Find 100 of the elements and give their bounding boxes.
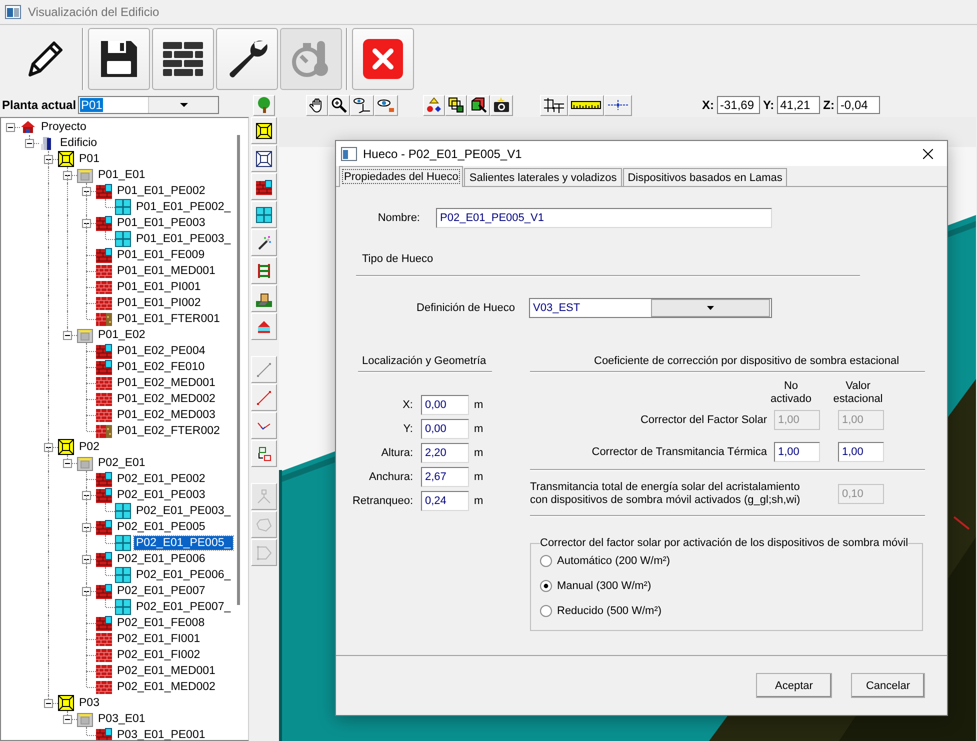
tree-item[interactable]: P01_E01_PE002	[115, 184, 208, 198]
ruler-button[interactable]	[568, 94, 604, 116]
tree-item[interactable]: P02	[77, 440, 102, 454]
tree-item[interactable]: P02_E01_MED002	[115, 680, 218, 694]
expander-button[interactable]	[6, 123, 15, 132]
camera-button[interactable]	[490, 94, 513, 116]
tree-item[interactable]: P01_E02_PE004	[115, 344, 208, 358]
expander-button[interactable]	[82, 555, 91, 564]
tree-item[interactable]: P01_E02_FE010	[115, 360, 207, 374]
expander-button[interactable]	[44, 443, 53, 452]
tree-item[interactable]: P02_E01_PE005	[115, 520, 208, 534]
radio-label[interactable]: Automático (200 W/m²)	[557, 555, 670, 567]
tree-item[interactable]: P02_E01_FI001	[115, 632, 202, 646]
tree-item[interactable]: P02_E01_PE007_	[134, 600, 233, 614]
number-field[interactable]: 1,00	[838, 442, 884, 462]
tree-item[interactable]: P02_E01_FE008	[115, 616, 207, 630]
radio-button[interactable]	[540, 555, 552, 567]
expander-button[interactable]	[82, 587, 91, 596]
tree-item[interactable]: P02_E01_PE006_	[134, 568, 233, 582]
window-tool-button[interactable]	[251, 201, 277, 228]
tree-item[interactable]: P01_E01_PE003_	[134, 232, 233, 246]
tab[interactable]: Dispositivos basados en Lamas	[622, 168, 788, 186]
tree-item[interactable]: P02_E01_PE002	[115, 472, 208, 486]
tree-item[interactable]: P01_E01_PI002	[115, 296, 203, 310]
crosshair-button[interactable]	[604, 94, 632, 116]
number-field[interactable]: 0,00	[421, 419, 469, 439]
radio-label[interactable]: Manual (300 W/m²)	[557, 580, 652, 592]
tree-item[interactable]: P01_E01_MED001	[115, 264, 218, 278]
tree-item[interactable]: P03_E01	[96, 712, 148, 726]
tree-item[interactable]: P01_E02	[96, 328, 148, 342]
expander-button[interactable]	[63, 171, 72, 180]
expander-button[interactable]	[82, 187, 91, 196]
definition-dropdown[interactable]: V03_EST	[529, 298, 772, 318]
tree-item[interactable]: P01_E01	[96, 168, 148, 182]
step-tool-button[interactable]	[251, 285, 277, 312]
accept-button[interactable]: Aceptar	[756, 673, 832, 698]
tree-item[interactable]: P02_E01_PE006	[115, 552, 208, 566]
eye-axes-button[interactable]	[350, 94, 374, 116]
tree-item[interactable]: P02_E01_PE007	[115, 584, 208, 598]
house-tool-button[interactable]	[251, 313, 277, 340]
tree-item[interactable]: P02_E01_PE005_	[134, 536, 233, 550]
copy-tool-button[interactable]	[251, 440, 277, 467]
floor-outline-tool-button[interactable]	[251, 145, 277, 172]
expander-button[interactable]	[82, 491, 91, 500]
tree-item[interactable]: P01_E01_PE003	[115, 216, 208, 230]
dimension-button[interactable]	[540, 94, 568, 116]
tools-button[interactable]	[216, 28, 278, 90]
tree-item[interactable]: Edificio	[58, 136, 100, 150]
tree-item[interactable]: P01_E01_FTER001	[115, 312, 222, 326]
ladder-tool-button[interactable]	[251, 257, 277, 284]
floor-tool-button[interactable]	[251, 117, 277, 144]
radio-label[interactable]: Reducido (500 W/m²)	[557, 605, 662, 617]
tab[interactable]: Propiedades del Hueco	[339, 166, 464, 187]
radio-button[interactable]	[540, 580, 552, 592]
name-field[interactable]: P02_E01_PE005_V1	[436, 208, 772, 228]
wand-tool-button[interactable]	[251, 229, 277, 256]
tree-item[interactable]: P02_E01	[96, 456, 148, 470]
walls-button[interactable]	[152, 28, 214, 90]
expander-button[interactable]	[63, 715, 72, 724]
expander-button[interactable]	[82, 219, 91, 228]
tree-item[interactable]: Proyecto	[39, 120, 88, 134]
hand-button[interactable]	[306, 94, 328, 116]
line-tool-button[interactable]	[251, 356, 277, 383]
number-field[interactable]: 2,67	[421, 467, 469, 487]
tree-item[interactable]: P01_E02_MED001	[115, 376, 218, 390]
scrollbar-thumb[interactable]	[237, 135, 240, 605]
zoom-button[interactable]	[328, 94, 350, 116]
expander-button[interactable]	[44, 699, 53, 708]
coordinate-field[interactable]: 41,21	[777, 96, 820, 114]
tree-item[interactable]: P01	[77, 152, 102, 166]
expander-button[interactable]	[63, 331, 72, 340]
tree-item[interactable]: P01_E01_FE009	[115, 248, 207, 262]
radio-button[interactable]	[540, 605, 552, 617]
tab[interactable]: Salientes laterales y voladizos	[464, 168, 622, 186]
expander-button[interactable]	[44, 155, 53, 164]
tree-item[interactable]: P02_E01_PE003	[115, 488, 208, 502]
wall-window-tool-button[interactable]	[251, 173, 277, 200]
eye-button[interactable]	[374, 94, 398, 116]
cube-arrow-button[interactable]	[467, 94, 490, 116]
number-field[interactable]: 0,24	[421, 491, 469, 511]
expander-button[interactable]	[82, 523, 91, 532]
cubes-button[interactable]	[445, 94, 467, 116]
coordinate-field[interactable]: -0,04	[837, 96, 880, 114]
tree-item[interactable]: P01_E02_FTER002	[115, 424, 222, 438]
tree-item[interactable]: P02_E01_FI002	[115, 648, 202, 662]
tree-item[interactable]: P03	[77, 696, 102, 710]
tree-item[interactable]: P02_E01_MED001	[115, 664, 218, 678]
expander-button[interactable]	[63, 459, 72, 468]
number-field[interactable]: 1,00	[774, 442, 820, 462]
tree-item[interactable]: P01_E01_PI001	[115, 280, 203, 294]
save-button[interactable]	[88, 28, 150, 90]
shapes-button[interactable]	[423, 94, 445, 116]
polyline-tool-button[interactable]	[251, 412, 277, 439]
coordinate-field[interactable]: -31,69	[717, 96, 760, 114]
tree-item[interactable]: P03_E01_PE001	[115, 728, 208, 740]
cancel-button[interactable]: Cancelar	[851, 673, 925, 698]
tree-button[interactable]	[253, 94, 275, 116]
tree-item[interactable]: P02_E01_PE003_	[134, 504, 233, 518]
tree-item[interactable]: P01_E02_MED002	[115, 392, 218, 406]
tree-item[interactable]: P01_E02_MED003	[115, 408, 218, 422]
